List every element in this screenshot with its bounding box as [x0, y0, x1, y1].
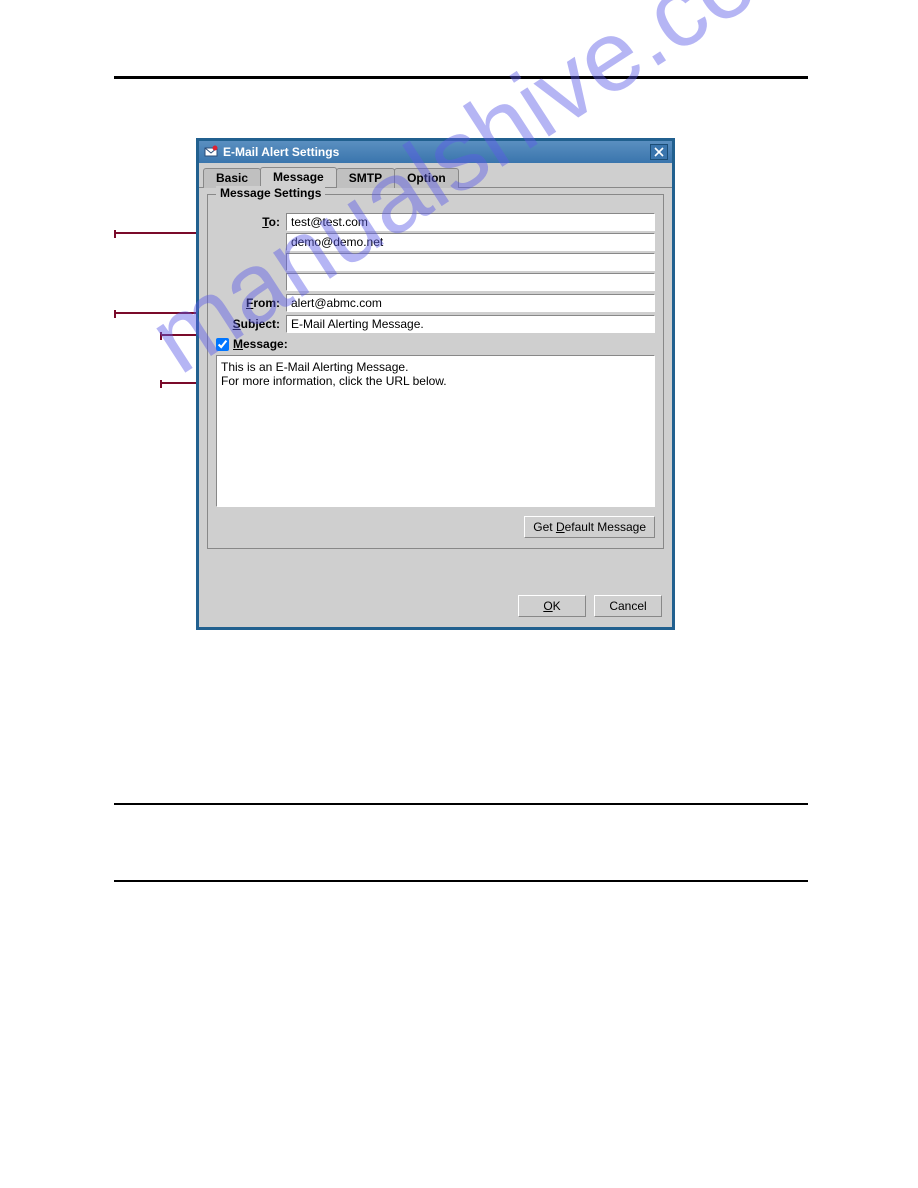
tab-message[interactable]: Message — [260, 167, 337, 187]
page-divider-bottom — [114, 880, 808, 882]
message-textarea[interactable] — [216, 355, 655, 507]
to-field-1[interactable] — [286, 213, 655, 231]
window-title: E-Mail Alert Settings — [223, 145, 650, 159]
to-field-4[interactable] — [286, 273, 655, 291]
from-field[interactable] — [286, 294, 655, 312]
to-label: To: — [216, 213, 286, 229]
cancel-button[interactable]: Cancel — [594, 595, 662, 617]
message-settings-group: Message Settings To: From: — [207, 194, 664, 549]
close-button[interactable] — [650, 144, 668, 160]
to-field-2[interactable] — [286, 233, 655, 251]
tab-basic[interactable]: Basic — [203, 168, 261, 188]
subject-label: Subject: — [216, 315, 286, 331]
from-label: From: — [216, 294, 286, 310]
tab-option[interactable]: Option — [394, 168, 459, 188]
email-alert-settings-dialog: E-Mail Alert Settings Basic Message SMTP… — [196, 138, 675, 630]
group-legend: Message Settings — [216, 186, 325, 200]
mail-icon — [203, 144, 219, 160]
subject-field[interactable] — [286, 315, 655, 333]
page-divider-mid — [114, 803, 808, 805]
tabstrip: Basic Message SMTP Option — [199, 163, 672, 187]
message-label: Message: — [233, 337, 288, 351]
message-checkbox[interactable] — [216, 338, 229, 351]
to-field-3[interactable] — [286, 253, 655, 271]
ok-button[interactable]: OK — [518, 595, 586, 617]
tab-smtp[interactable]: SMTP — [336, 168, 395, 188]
page-divider-top — [114, 76, 808, 79]
titlebar[interactable]: E-Mail Alert Settings — [199, 141, 672, 163]
get-default-message-button[interactable]: Get Default Message — [524, 516, 655, 538]
